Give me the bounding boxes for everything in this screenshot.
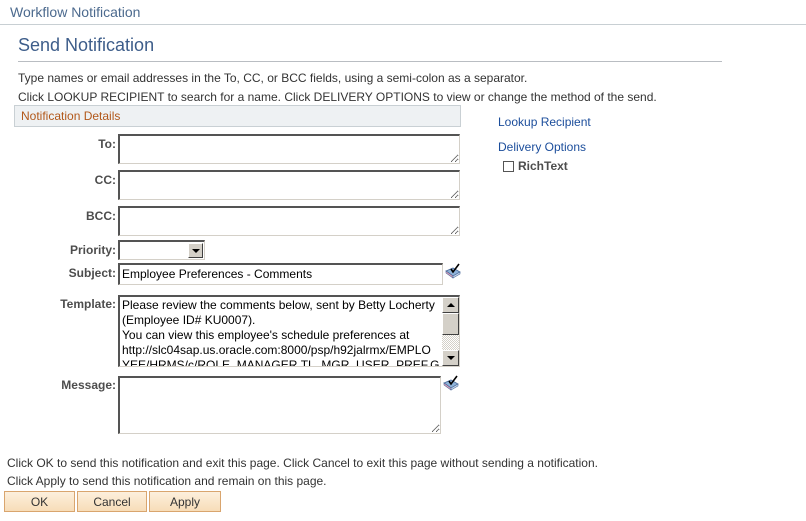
footer-instruction-1: Click OK to send this notification and e… (7, 456, 598, 470)
cancel-button[interactable]: Cancel (77, 491, 147, 512)
template-label: Template: (60, 297, 116, 311)
instruction-line-1: Type names or email addresses in the To,… (18, 71, 528, 85)
section-header-notification-details: Notification Details (14, 105, 461, 127)
spell-check-icon[interactable] (444, 262, 462, 280)
template-scrollbar[interactable] (442, 297, 459, 366)
delivery-options-link[interactable]: Delivery Options (498, 140, 586, 154)
priority-select[interactable] (118, 240, 205, 260)
spell-check-icon[interactable] (442, 374, 460, 392)
instruction-line-2: Click LOOKUP RECIPIENT to search for a n… (18, 90, 657, 104)
title-divider (18, 61, 722, 62)
template-line: (Employee ID# KU0007). (122, 313, 256, 327)
subject-label: Subject: (68, 266, 116, 280)
template-textarea[interactable]: Please review the comments below, sent b… (118, 295, 460, 367)
template-line: http://slc04sap.us.oracle.com:8000/psp/h… (122, 343, 431, 357)
chevron-down-icon[interactable] (188, 243, 203, 258)
richtext-checkbox[interactable] (503, 161, 514, 172)
scroll-up-arrow-icon[interactable] (442, 297, 459, 313)
header-title: Workflow Notification (10, 4, 141, 20)
richtext-label: RichText (518, 159, 568, 173)
to-field[interactable] (118, 134, 460, 164)
scroll-down-arrow-icon[interactable] (442, 350, 459, 366)
template-text: Please review the comments below, sent b… (122, 298, 442, 367)
apply-button[interactable]: Apply (149, 491, 221, 512)
scrollbar-thumb[interactable] (442, 313, 459, 335)
cc-field[interactable] (118, 170, 460, 200)
message-field[interactable] (118, 376, 441, 434)
lookup-recipient-link[interactable]: Lookup Recipient (498, 115, 591, 129)
to-label: To: (98, 137, 116, 151)
cc-label: CC: (94, 173, 116, 187)
bcc-field[interactable] (118, 206, 460, 236)
section-title: Notification Details (21, 109, 121, 123)
template-line: You can view this employee's schedule pr… (122, 328, 410, 342)
footer-instruction-2: Click Apply to send this notification an… (7, 474, 327, 488)
message-label: Message: (61, 378, 116, 392)
page-header: Workflow Notification (0, 0, 806, 25)
ok-button[interactable]: OK (4, 491, 75, 512)
page-title: Send Notification (18, 35, 155, 55)
bcc-label: BCC: (86, 209, 116, 223)
template-line: Please review the comments below, sent b… (122, 298, 435, 312)
template-line: YEE/HRMS/c/ROLE_MANAGER.TL_MGR_USER_PREF… (122, 358, 440, 367)
subject-field[interactable]: Employee Preferences - Comments (118, 263, 443, 285)
priority-label: Priority: (69, 243, 116, 257)
